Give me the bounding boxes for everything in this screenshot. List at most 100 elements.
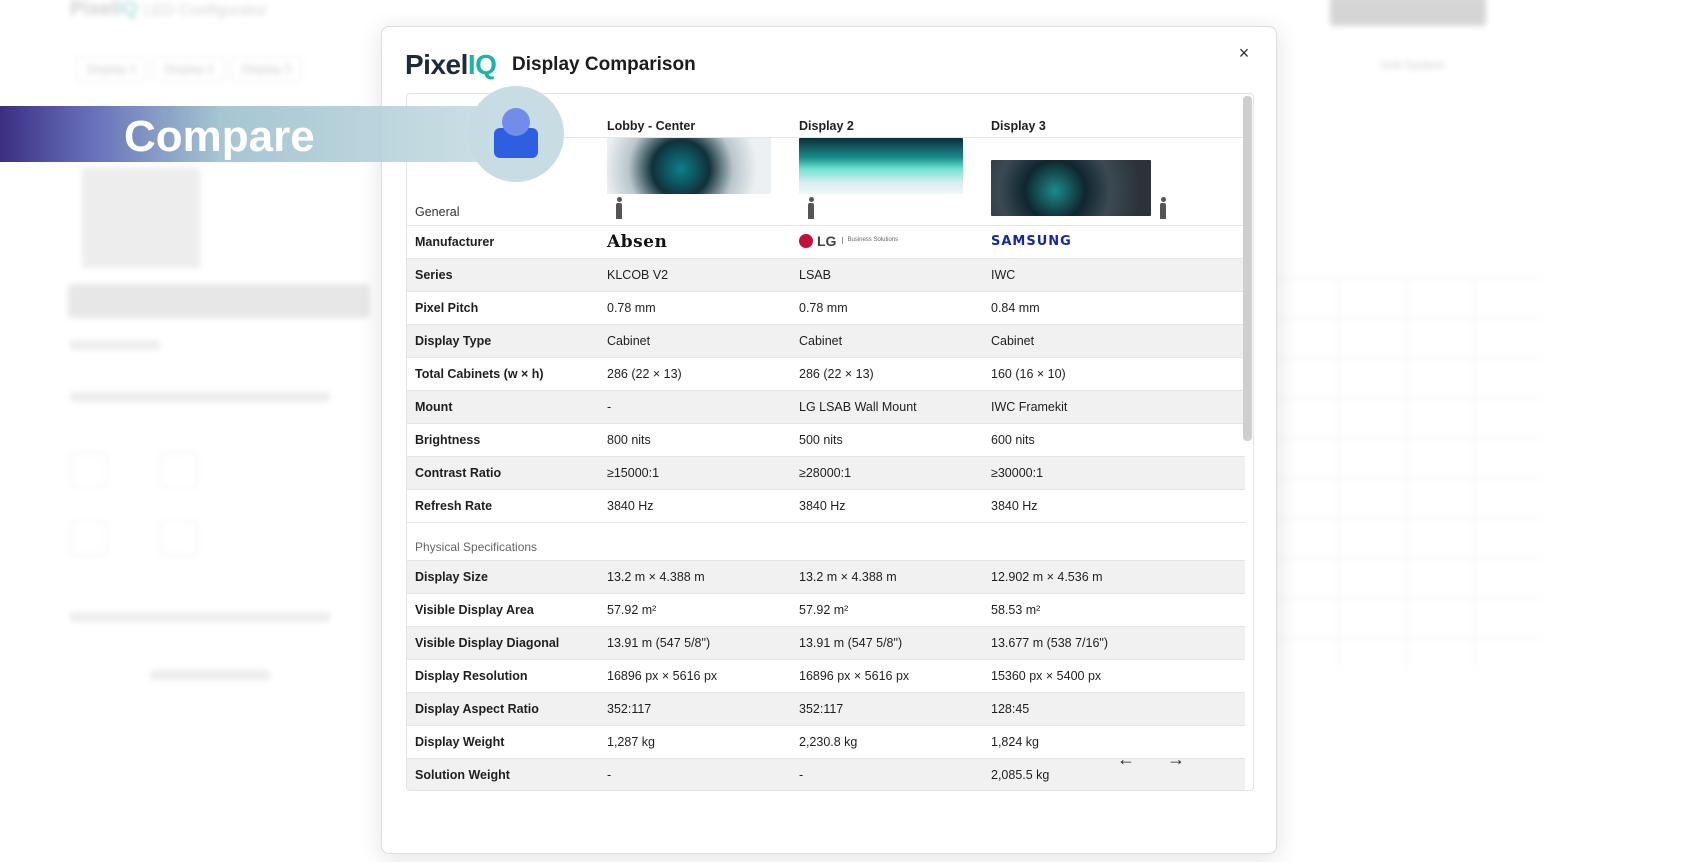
cell-value: ≥28000:1 xyxy=(799,465,852,480)
cell-value: ≥15000:1 xyxy=(607,465,660,480)
lg-logo-text: LG xyxy=(817,232,837,249)
row-label: Mount xyxy=(415,399,453,414)
physical-specs-section-label: Physical Specifications xyxy=(407,521,1245,560)
display-2-preview xyxy=(791,137,983,225)
bg-tab-3: Display 3 xyxy=(230,56,303,82)
cell-value: 286 (22 × 13) xyxy=(799,366,874,381)
bg-product-image xyxy=(82,168,200,268)
row-label: Display Size xyxy=(415,569,488,584)
table-row: Refresh Rate 3840 Hz 3840 Hz 3840 Hz xyxy=(407,489,1245,522)
cell-value: 15360 px × 5400 px xyxy=(991,668,1102,683)
bg-title-part1: Pixel xyxy=(70,0,117,20)
bg-change-product-button xyxy=(68,284,370,318)
table-row: Series KLCOB V2 LSAB IWC xyxy=(407,258,1245,291)
table-row: Pixel Pitch 0.78 mm 0.78 mm 0.84 mm xyxy=(407,291,1245,324)
close-button[interactable]: × xyxy=(1232,41,1256,65)
table-row: Display Type Cabinet Cabinet Cabinet xyxy=(407,324,1245,357)
cell-value: KLCOB V2 xyxy=(607,267,669,282)
cell-value: 3840 Hz xyxy=(607,498,654,513)
cell-value: 57.92 m² xyxy=(607,602,657,617)
abstract-sculpture-image xyxy=(607,137,771,194)
table-scrollbar[interactable] xyxy=(1243,96,1252,441)
row-label: Display Aspect Ratio xyxy=(415,701,539,716)
cell-value: 12.902 m × 4.536 m xyxy=(991,569,1103,584)
row-label: Visible Display Diagonal xyxy=(415,635,560,650)
table-row: Display Aspect Ratio 352:117 352:117 128:45 xyxy=(407,692,1245,725)
column-header-1: Lobby - Center xyxy=(607,118,696,133)
compare-banner-text: Compare xyxy=(124,112,315,161)
bg-tab-1: Display 1 xyxy=(76,56,148,82)
cell-value: - xyxy=(799,767,804,782)
modal-title: Display Comparison xyxy=(512,54,696,75)
cell-value: 3840 Hz xyxy=(991,498,1038,513)
table-row: Visible Display Area 57.92 m² 57.92 m² 58.5… xyxy=(407,593,1245,626)
absen-logo: Absen xyxy=(599,225,791,258)
close-icon: × xyxy=(1238,43,1250,63)
cell-value: 352:117 xyxy=(607,701,652,716)
cell-value: 0.78 mm xyxy=(607,300,656,315)
cell-value: 0.78 mm xyxy=(799,300,848,315)
bg-field xyxy=(70,452,108,488)
cell-value: LSAB xyxy=(799,267,831,282)
bg-tab-2: Display 2 xyxy=(153,56,225,82)
row-label: Total Cabinets (w × h) xyxy=(415,366,544,381)
cell-value: - xyxy=(607,767,612,782)
table-row: Total Cabinets (w × h) 286 (22 × 13) 286 (… xyxy=(407,357,1245,390)
cell-value: 800 nits xyxy=(607,432,651,447)
cell-value: Cabinet xyxy=(607,333,651,348)
samsung-logo-text: SAMSUNG xyxy=(991,234,1072,249)
column-header-2: Display 2 xyxy=(799,118,854,133)
person-scale-icon xyxy=(615,196,623,219)
bg-line xyxy=(150,670,270,680)
bg-line xyxy=(70,392,330,402)
lg-circle-icon xyxy=(799,233,813,248)
cell-value: 286 (22 × 13) xyxy=(607,366,682,381)
bg-field xyxy=(70,520,108,556)
bg-grid xyxy=(1270,278,1540,668)
bg-title-part2: IQ xyxy=(116,0,138,20)
cell-value: 13.2 m × 4.388 m xyxy=(799,569,897,584)
cell-value: 160 (16 × 10) xyxy=(991,366,1066,381)
pixeliq-logo: Pixel IQ xyxy=(405,49,497,81)
bg-line xyxy=(70,612,330,622)
cell-value: 13.2 m × 4.388 m xyxy=(607,569,705,584)
user-compare-icon xyxy=(494,108,538,160)
previous-button[interactable]: ← xyxy=(1112,745,1140,773)
cell-value: 13.91 m (547 5/8") xyxy=(607,635,711,650)
column-header-3: Display 3 xyxy=(991,118,1046,133)
background-export-button xyxy=(1330,0,1486,26)
cell-value: 58.53 m² xyxy=(991,602,1041,617)
abstract-sculpture-dark-image xyxy=(991,159,1151,216)
row-label: Visible Display Area xyxy=(415,602,534,617)
cell-value: 352:117 xyxy=(799,701,844,716)
lg-logo-subtext: Business Solutions xyxy=(842,237,898,244)
arrow-left-icon: ← xyxy=(1117,749,1135,769)
table-row: Visible Display Diagonal 13.91 m (547 5/8… xyxy=(407,626,1245,659)
person-scale-icon xyxy=(1159,196,1167,219)
row-label: Display Weight xyxy=(415,734,505,749)
person-scale-icon xyxy=(807,196,815,219)
bg-field xyxy=(160,520,198,556)
cell-value: IWC Framekit xyxy=(991,399,1068,414)
cell-value: 16896 px × 5616 px xyxy=(607,668,718,683)
comparison-table-container[interactable]: Lobby - Center Display 2 Display 3 Gener… xyxy=(406,93,1254,791)
row-label: Manufacturer xyxy=(415,234,495,249)
cell-value: ≥30000:1 xyxy=(991,465,1044,480)
compare-banner-badge xyxy=(468,86,564,182)
cell-value: 13.91 m (547 5/8") xyxy=(799,635,903,650)
cell-value: Cabinet xyxy=(991,333,1035,348)
row-label: Solution Weight xyxy=(415,767,510,782)
row-label: Series xyxy=(415,267,453,282)
cell-value: IWC xyxy=(991,267,1016,282)
lg-logo: LG Business Solutions xyxy=(791,225,983,258)
samsung-logo: SAMSUNG xyxy=(983,225,1245,258)
arrow-right-icon: → xyxy=(1167,749,1185,769)
cell-value: 13.677 m (538 7/16") xyxy=(991,635,1109,650)
row-label: Contrast Ratio xyxy=(415,465,502,480)
comparison-table: Lobby - Center Display 2 Display 3 Gener… xyxy=(407,94,1245,790)
row-label: Brightness xyxy=(415,432,481,447)
next-button[interactable]: → xyxy=(1162,745,1190,773)
bg-field xyxy=(160,452,198,488)
cell-value: LG LSAB Wall Mount xyxy=(799,399,917,414)
table-row: Display Size 13.2 m × 4.388 m 13.2 m × 4.3… xyxy=(407,560,1245,593)
